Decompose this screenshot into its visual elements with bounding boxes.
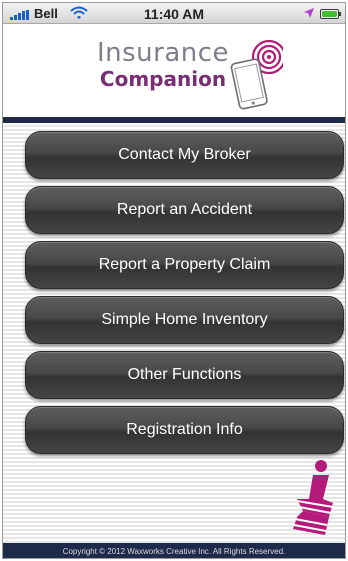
home-inventory-button[interactable]: Simple Home Inventory [25, 296, 344, 344]
button-label: Registration Info [126, 421, 243, 438]
button-label: Contact My Broker [118, 146, 251, 163]
phone-signal-icon [230, 39, 283, 110]
other-functions-button[interactable]: Other Functions [25, 351, 344, 399]
copyright-text: Copyright © 2012 Waxworks Creative Inc. … [62, 547, 286, 556]
battery-icon [320, 9, 341, 19]
registration-info-button[interactable]: Registration Info [25, 406, 344, 454]
menu-area: Contact My Broker Report an Accident Rep… [3, 123, 345, 543]
app-frame: Bell 11:40 AM Insurance Companion Contac… [2, 2, 346, 559]
logo-line2: Companion [99, 67, 227, 91]
battery-level [322, 11, 337, 17]
footer: Copyright © 2012 Waxworks Creative Inc. … [3, 543, 345, 558]
location-arrow-icon [304, 8, 314, 18]
button-label: Report a Property Claim [98, 256, 271, 273]
report-accident-button[interactable]: Report an Accident [25, 186, 344, 234]
report-property-claim-button[interactable]: Report a Property Claim [25, 241, 344, 289]
status-bar: Bell 11:40 AM [3, 3, 345, 24]
button-label: Report an Accident [116, 201, 253, 218]
logo-line1: Insurance [96, 38, 230, 68]
contact-broker-button[interactable]: Contact My Broker [25, 131, 344, 179]
app-header: Insurance Companion [3, 25, 345, 119]
mascot-figure-icon [293, 460, 334, 535]
status-time: 11:40 AM [143, 6, 205, 22]
app-logo: Insurance Companion [93, 39, 233, 91]
button-label: Simple Home Inventory [101, 311, 268, 328]
button-label: Other Functions [127, 366, 242, 383]
